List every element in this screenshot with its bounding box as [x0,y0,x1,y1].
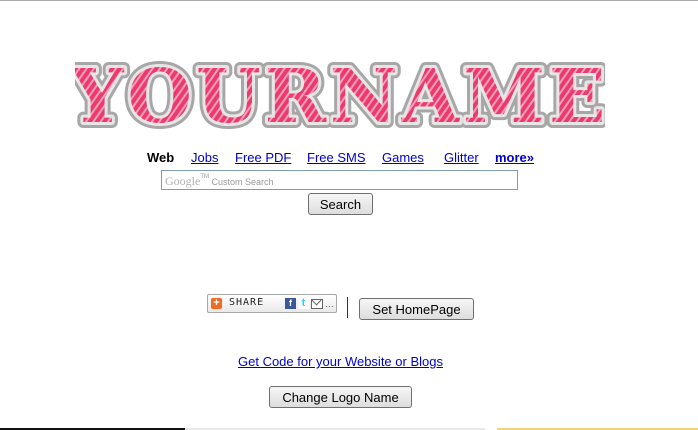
set-homepage-button[interactable]: Set HomePage [359,298,474,320]
plus-icon: + [211,298,222,309]
nav-link-jobs[interactable]: Jobs [191,150,218,165]
facebook-icon: f [285,298,296,309]
top-border [0,0,698,1]
divider [347,297,348,318]
search-button[interactable]: Search [308,193,373,215]
search-input[interactable] [162,171,517,189]
get-code-link[interactable]: Get Code for your Website or Blogs [238,354,443,369]
search-nav: Web Jobs Free PDF Free SMS Games Glitter… [0,150,698,168]
more-dots-icon: … [325,299,334,309]
share-button[interactable]: + SHARE f t … [207,294,337,313]
nav-link-more[interactable]: more» [495,150,534,165]
change-logo-name-button[interactable]: Change Logo Name [269,386,412,408]
search-input-container[interactable]: GoogleTM Custom Search [161,170,518,190]
nav-link-glitter[interactable]: Glitter [444,150,479,165]
logo: YOURNAME YOURNAME YOURNAME [75,52,605,136]
nav-link-games[interactable]: Games [382,150,424,165]
nav-link-free-pdf[interactable]: Free PDF [235,150,291,165]
logo-text: YOURNAME [75,54,605,136]
share-label: SHARE [229,297,265,308]
twitter-icon: t [298,298,309,309]
nav-link-free-sms[interactable]: Free SMS [307,150,366,165]
email-icon [311,299,323,309]
nav-item-web: Web [147,150,175,165]
